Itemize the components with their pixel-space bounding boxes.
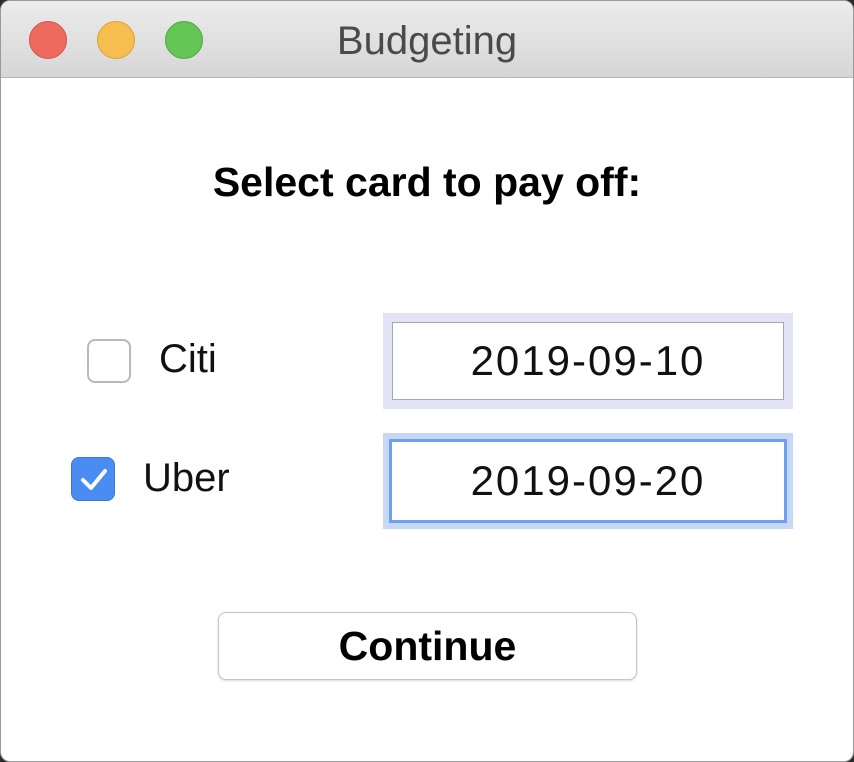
continue-button[interactable]: Continue bbox=[218, 612, 637, 680]
citi-checkbox-label[interactable]: Citi bbox=[159, 337, 217, 382]
uber-checkbox-label[interactable]: Uber bbox=[143, 456, 230, 501]
budgeting-window: Budgeting Select card to pay off: Citi U… bbox=[0, 0, 854, 762]
dialog-heading: Select card to pay off: bbox=[212, 159, 642, 205]
window-title: Budgeting bbox=[336, 19, 518, 63]
uber-date-field-focus-ring bbox=[383, 433, 793, 529]
citi-checkbox[interactable] bbox=[87, 339, 131, 383]
check-icon bbox=[81, 469, 107, 490]
citi-date-input[interactable] bbox=[392, 322, 784, 400]
citi-date-field-wrapper bbox=[383, 313, 793, 409]
uber-checkbox[interactable] bbox=[71, 457, 115, 501]
title-bar[interactable]: Budgeting bbox=[1, 1, 853, 78]
uber-date-input[interactable] bbox=[389, 439, 787, 523]
